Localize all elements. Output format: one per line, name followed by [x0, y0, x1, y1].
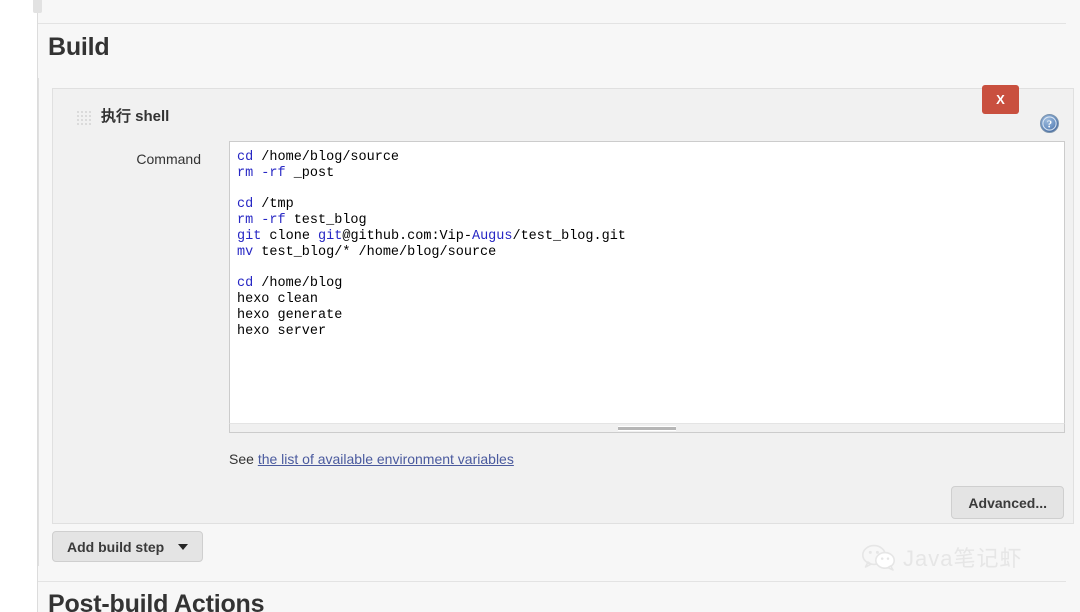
env-variables-note: See the list of available environment va… — [229, 451, 1065, 467]
page-title: Build — [48, 33, 110, 62]
block-left-rail — [38, 78, 39, 566]
resize-grip-icon[interactable] — [618, 426, 676, 431]
post-build-actions-title: Post-build Actions — [48, 590, 264, 612]
wechat-watermark: Java笔记虾 — [862, 541, 1022, 573]
wechat-icon — [862, 544, 896, 571]
build-step-title: 执行 shell — [101, 105, 169, 126]
add-build-step-label: Add build step — [67, 539, 164, 555]
command-textarea[interactable]: cd /home/blog/source rm -rf _post cd /tm… — [229, 141, 1065, 423]
command-area: cd /home/blog/source rm -rf _post cd /tm… — [229, 141, 1065, 467]
delete-build-step-button[interactable]: X — [982, 85, 1019, 114]
add-build-step-button[interactable]: Add build step — [52, 531, 203, 562]
bottom-section-divider — [38, 581, 1066, 582]
env-variables-link[interactable]: the list of available environment variab… — [258, 451, 514, 467]
chevron-down-icon — [178, 544, 188, 550]
watermark-text: Java笔记虾 — [903, 541, 1022, 573]
left-gutter — [0, 0, 38, 612]
drag-grip-icon[interactable] — [76, 110, 91, 125]
top-section-divider — [38, 23, 1066, 24]
svg-text:?: ? — [1047, 120, 1052, 131]
command-code[interactable]: cd /home/blog/source rm -rf _post cd /tm… — [230, 142, 1064, 340]
help-question-icon[interactable]: ? — [1040, 114, 1059, 133]
top-scroll-nub[interactable] — [33, 0, 42, 13]
textarea-resize-bar[interactable] — [229, 423, 1065, 433]
build-steps-block: 执行 shell X ? — [38, 78, 1066, 566]
command-label: Command — [53, 151, 201, 167]
build-step-header: 执行 shell X ? — [53, 89, 1073, 133]
jenkins-config-page: Build 执行 shell X — [0, 0, 1080, 612]
build-step-panel: 执行 shell X ? — [52, 88, 1074, 524]
advanced-button[interactable]: Advanced... — [951, 486, 1064, 519]
env-note-prefix: See — [229, 451, 258, 467]
